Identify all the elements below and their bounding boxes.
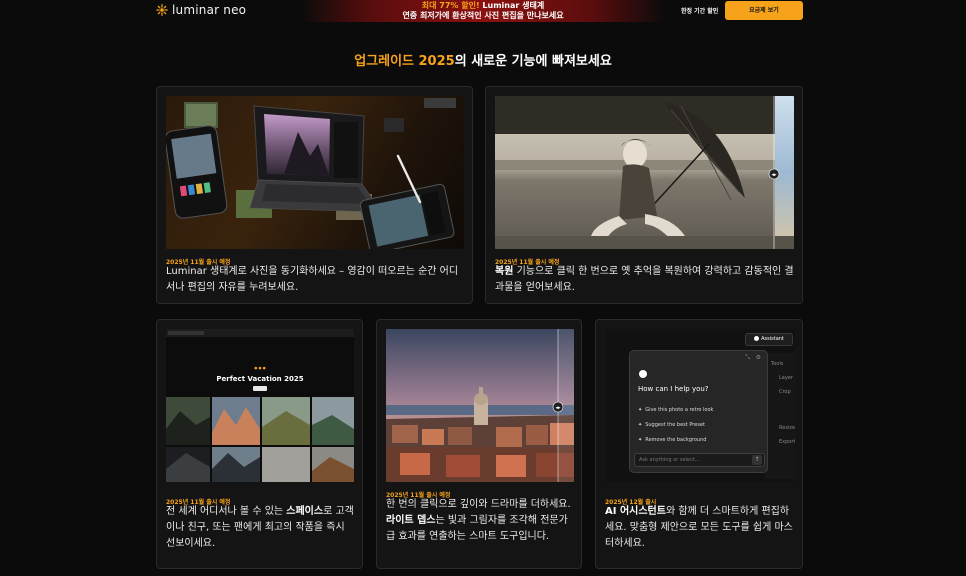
expand-icon[interactable]: ⤡ [745,354,750,362]
assistant-popup: ⤡ ⚙ How can I help you? ✦ Give this photo… [629,350,768,473]
feature-card-spaces[interactable]: ● ● ● Perfect Vacation 2025 2025년 11월 출시… [156,319,363,569]
side-menu-item[interactable]: Tools [771,361,795,367]
heading-highlight: 업그레이드 2025 [354,54,455,69]
side-menu-item[interactable]: Export [779,439,795,445]
feature-description: AI 어시스턴트와 함께 더 스마트하게 편집하세요. 맞춤형 제안으로 모든 … [605,506,793,549]
settings-icon[interactable]: ⚙ [756,354,761,361]
ai-assistant-image: Assistant Tools Layer Crop Resize Export… [605,329,795,482]
sparkle-icon: ✦ [638,437,643,443]
restore-photo-image: ◂▸ [495,96,794,249]
suggestion-item[interactable]: ✦ Give this photo a retro look [638,407,713,413]
side-menu: Tools Layer Crop Resize Export [765,353,795,479]
svg-text:◂▸: ◂▸ [555,405,561,411]
feature-description: 전 세계 어디서나 볼 수 있는 스페이스로 고객이나 친구, 또는 팬에게 최… [166,506,354,549]
feature-card-ai-assistant[interactable]: Assistant Tools Layer Crop Resize Export… [595,319,803,569]
suggestion-item[interactable]: ✦ Suggest the best Preset [638,422,705,428]
chat-icon [754,336,760,341]
luminar-neo-logo[interactable]: luminar neo [156,3,246,17]
limited-offer-link[interactable]: 한정 기간 할인 [681,6,718,15]
section-heading: 업그레이드 2025의 새로운 기능에 빠져보세요 [0,50,966,69]
promo-banner[interactable]: 최대 77% 할인! Luminar 생태계 연중 최저가에 환상적인 사진 편… [300,0,666,22]
promo-subtitle: 연중 최저가에 환상적인 사진 편집을 만나보세요 [402,11,564,20]
feature-description: Luminar 생태계로 사진을 동기화하세요 – 영감이 떠오르는 순간 어디… [166,266,459,293]
feature-card-restore[interactable]: ◂▸ 2025년 11월 출시 예정 복원 기능으로 클릭 한 번으로 옛 추억… [485,86,803,304]
promo-discount: 최대 77% 할인! [421,1,480,10]
feature-description: 한 번의 클릭으로 깊이와 드라마를 더하세요. 라이트 뎁스는 빛과 그림자를… [386,499,571,542]
feature-card-light-depth[interactable]: ◂▸ 2025년 11월 출시 예정 한 번의 클릭으로 깊이와 드라마를 더하… [376,319,582,569]
side-menu-item[interactable]: Layer [779,375,795,381]
feature-description: 복원 기능으로 클릭 한 번으로 옛 추억을 복원하여 강력하고 감동적인 결과… [495,266,794,293]
assistant-avatar-icon [639,370,647,378]
promo-title: Luminar 생태계 [482,1,545,10]
assistant-button[interactable]: Assistant [745,333,793,346]
assistant-input[interactable]: Ask anything or select... ↑ [634,453,765,467]
svg-text:◂▸: ◂▸ [771,172,777,178]
sun-icon [156,4,168,16]
view-plans-button[interactable]: 요금제 보기 [725,1,803,20]
top-bar: luminar neo 최대 77% 할인! Luminar 생태계 연중 최저… [0,0,966,22]
gallery-title: Perfect Vacation 2025 [216,375,304,383]
sparkle-icon: ✦ [638,422,643,428]
feature-card-ecosystem[interactable]: 2025년 11월 출시 예정 Luminar 생태계로 사진을 동기화하세요 … [156,86,473,304]
side-menu-item[interactable]: Resize [779,425,795,431]
send-icon[interactable]: ↑ [752,455,762,465]
sparkle-icon: ✦ [638,407,643,413]
svg-text:● ● ●: ● ● ● [254,366,265,370]
side-menu-item[interactable]: Crop [779,389,795,395]
brand-name: luminar neo [172,3,247,17]
spaces-gallery-image: ● ● ● Perfect Vacation 2025 [166,329,354,482]
ecosystem-devices-image [166,96,464,249]
input-placeholder: Ask anything or select... [639,457,700,463]
assistant-prompt: How can I help you? [638,385,709,393]
heading-rest: 의 새로운 기능에 빠져보세요 [454,54,612,69]
light-depth-image: ◂▸ [386,329,574,482]
suggestion-item[interactable]: ✦ Remove the background [638,437,706,443]
